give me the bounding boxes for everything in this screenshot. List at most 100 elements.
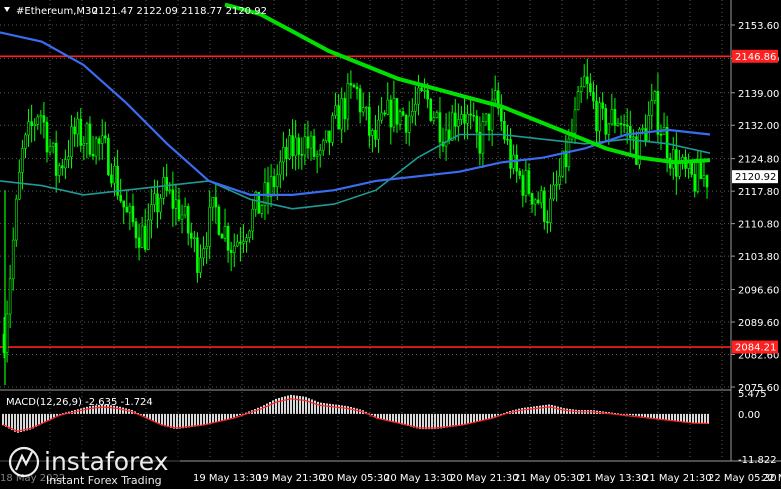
macd-bar	[524, 407, 526, 414]
candle-body	[143, 225, 147, 250]
candle-body	[150, 204, 153, 221]
macd-bar	[494, 413, 496, 417]
macd-bar	[281, 397, 283, 414]
macd-bar	[488, 413, 490, 419]
macd-bar	[458, 413, 460, 426]
candle-body	[656, 91, 660, 135]
macd-bar	[371, 413, 373, 416]
macd-bar	[326, 403, 328, 414]
macd-bar	[353, 407, 355, 414]
candle-body	[352, 84, 356, 88]
macd-bar	[308, 398, 310, 414]
candle-body	[690, 161, 693, 175]
macd-bar	[20, 413, 22, 433]
candle-body	[248, 230, 251, 238]
support-value: 2084.21	[735, 343, 776, 354]
candle-body	[632, 136, 635, 139]
candle-body	[82, 143, 86, 146]
candle-body	[214, 197, 218, 208]
macd-bar	[677, 413, 679, 422]
candle-body	[625, 124, 629, 127]
time-tick-label: 20 May 05:30	[321, 473, 390, 484]
candle-body	[585, 76, 589, 84]
macd-bar	[401, 413, 403, 425]
candle-body	[208, 206, 211, 247]
horizontal-levels[interactable]	[0, 55, 731, 348]
macd-bar	[200, 413, 202, 426]
macd-bar	[122, 407, 124, 414]
macd-bar	[668, 413, 670, 421]
candle-body	[5, 313, 9, 353]
candle-body	[435, 112, 439, 118]
candle-body	[312, 135, 316, 157]
candle-body	[524, 170, 528, 196]
resistance-tag: 2146.86	[732, 49, 778, 63]
macd-bar	[542, 405, 544, 414]
chart-canvas[interactable]: 5.4750.00-11.822 2153.602146.402139.0021…	[0, 0, 781, 489]
macd-bar	[623, 413, 625, 415]
macd-bar	[563, 408, 565, 414]
macd-bar	[416, 413, 418, 429]
macd-bar	[278, 397, 280, 414]
candle-body	[573, 109, 577, 134]
candle-body	[64, 159, 67, 169]
candle-body	[174, 199, 178, 209]
macd-bar	[533, 406, 535, 414]
macd-bar	[332, 404, 334, 414]
candle-body	[395, 98, 399, 125]
candle-body	[156, 193, 159, 213]
macd-bar	[287, 395, 289, 414]
candle-body	[447, 129, 451, 141]
candle-body	[610, 109, 614, 125]
candle-body	[140, 225, 144, 248]
macd-bar	[257, 407, 259, 414]
macd-bar	[263, 405, 265, 414]
macd-bar	[656, 413, 658, 419]
candle-body	[582, 76, 586, 88]
candle-body	[119, 195, 122, 202]
macd-bar	[554, 405, 556, 414]
macd-bar	[317, 401, 319, 414]
macd-bar	[269, 402, 271, 414]
macd-bar	[407, 413, 409, 426]
candle-body	[472, 114, 476, 117]
macd-bar	[683, 413, 685, 423]
macd-bar	[431, 413, 433, 430]
price-tick-label: 2139.00	[738, 89, 779, 100]
current-price-tag: 2120.92	[732, 170, 778, 184]
candle-body	[641, 128, 644, 130]
macd-bar	[377, 413, 379, 418]
candle-body	[500, 107, 503, 122]
price-tick-label: 2117.80	[738, 187, 779, 198]
candle-body	[398, 111, 402, 125]
ohlc-readout: 2121.47 2122.09 2118.77 2120.92	[92, 6, 267, 17]
macd-bar	[383, 413, 385, 420]
macd-bar	[329, 403, 331, 414]
candle-body	[457, 119, 460, 127]
candle-body	[239, 241, 242, 244]
candle-body	[300, 154, 304, 156]
candle-body	[260, 205, 264, 214]
candle-body	[39, 115, 43, 118]
macd-bar	[671, 413, 673, 421]
candle-body	[45, 121, 49, 153]
macd-bar	[650, 413, 652, 418]
candle-body	[343, 98, 347, 120]
price-tick-label: 2124.80	[738, 155, 779, 166]
candle-body	[205, 246, 208, 249]
candle-body	[226, 225, 230, 251]
candle-body	[619, 123, 623, 125]
candle-body	[678, 162, 681, 177]
macd-bar	[260, 406, 262, 414]
candle-body	[702, 175, 706, 180]
candle-body	[487, 113, 491, 131]
candle-body	[579, 86, 583, 92]
candle-body	[122, 200, 126, 208]
dropdown-triangle-icon[interactable]	[4, 7, 10, 12]
macd-bar	[23, 413, 25, 432]
macd-bar	[296, 395, 298, 414]
candle-body	[576, 91, 580, 111]
macd-bar	[689, 413, 691, 423]
candle-body	[245, 237, 248, 242]
candle-body	[318, 149, 322, 156]
